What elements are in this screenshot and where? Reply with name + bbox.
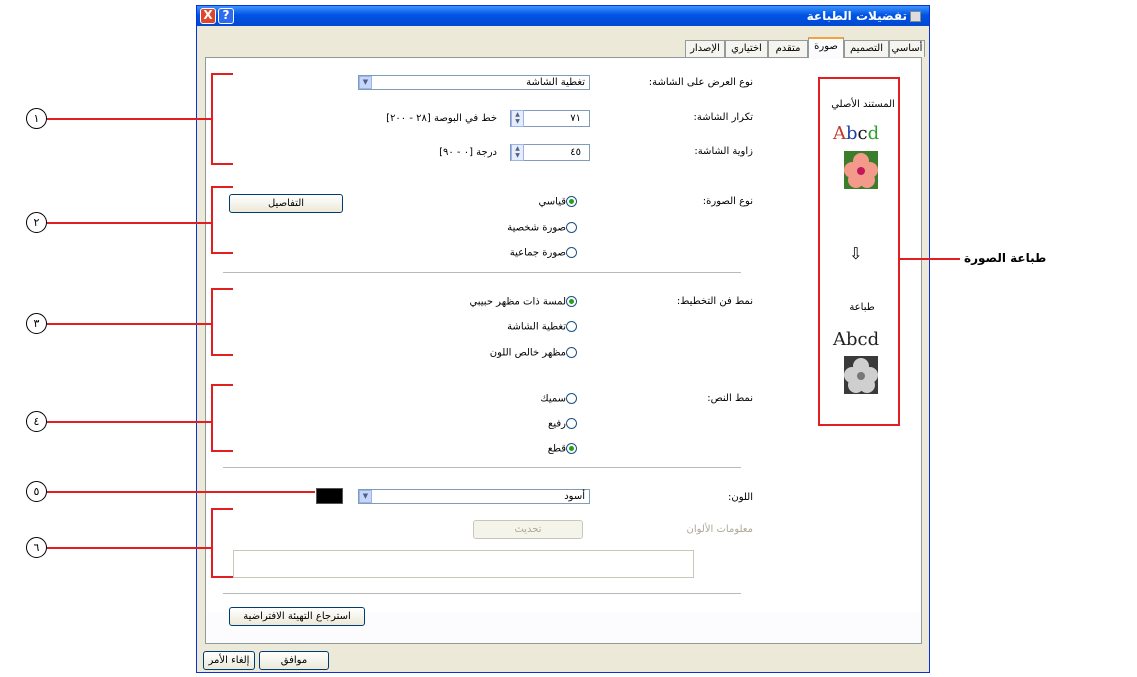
option-label: سميك — [540, 393, 566, 405]
option-label: مظهر خالص اللون — [489, 347, 566, 359]
leader-2 — [47, 222, 211, 224]
restore-defaults-button[interactable]: استرجاع التهيئة الافتراضية — [229, 607, 365, 626]
leader-3 — [47, 323, 211, 325]
tab-label: متقدم — [775, 43, 801, 54]
image-type-option-group[interactable]: صورة جماعية — [467, 247, 577, 259]
tab-label: أساسي — [891, 43, 923, 54]
window-title: تفضيلات الطباعة — [807, 9, 921, 23]
angle-spinner[interactable]: ▲ ▼ — [511, 144, 524, 161]
help-button[interactable]: ? — [218, 8, 234, 24]
callout-2: ٢ — [26, 212, 47, 233]
chevron-down-icon[interactable]: ▼ — [359, 490, 372, 503]
tab-optional[interactable]: اختياري — [725, 40, 768, 57]
tab-version[interactable]: الإصدار — [685, 40, 725, 57]
text-option-thin[interactable]: رفيع — [497, 418, 577, 430]
radio-screen[interactable] — [566, 321, 577, 332]
radio-thin[interactable] — [566, 418, 577, 429]
divider — [223, 467, 741, 468]
leader-4 — [47, 421, 211, 423]
bracket-6 — [211, 508, 233, 578]
color-label: اللون: — [727, 492, 753, 503]
leader-6 — [47, 547, 211, 549]
color-info-label: معلومات الألوان — [686, 524, 753, 535]
print-image-annotation: طباعة الصورة — [964, 251, 1047, 265]
layout-style-label: نمط فن التخطيط: — [676, 296, 753, 307]
help-icon: ? — [222, 8, 230, 22]
screen-type-value: تغطية الشاشة — [526, 77, 585, 88]
radio-standard[interactable] — [566, 196, 577, 207]
layout-option-solid[interactable]: مظهر خالص اللون — [447, 347, 577, 359]
ok-button[interactable]: موافق — [259, 651, 329, 670]
option-label: صورة جماعية — [509, 247, 566, 259]
radio-cut[interactable] — [566, 443, 577, 454]
leader-preview — [900, 258, 960, 260]
bracket-1 — [211, 73, 233, 165]
bracket-3 — [211, 288, 233, 356]
leader-5 — [47, 491, 315, 493]
radio-solid[interactable] — [566, 347, 577, 358]
option-label: رفيع — [548, 418, 566, 430]
option-label: تغطية الشاشة — [507, 321, 566, 333]
text-option-cut[interactable]: قطع — [497, 443, 577, 455]
bracket-2 — [211, 186, 233, 254]
tab-label: اختياري — [731, 43, 762, 54]
option-label: صورة شخصية — [507, 222, 566, 234]
tab-image[interactable]: صورة — [808, 37, 844, 58]
color-value: أسود — [564, 491, 585, 502]
color-dropdown[interactable]: أسود — [358, 489, 590, 504]
printer-icon — [910, 11, 921, 22]
screen-angle-range: درجة [٠ - ٩٠] — [439, 147, 497, 158]
tab-label: التصميم — [850, 43, 883, 54]
radio-bold[interactable] — [566, 393, 577, 404]
divider — [223, 272, 741, 273]
details-button[interactable]: التفاصيل — [229, 194, 343, 213]
callout-4: ٤ — [26, 411, 47, 432]
tab-label: صورة — [814, 41, 838, 52]
divider — [223, 593, 741, 594]
cancel-button[interactable]: إلغاء الأمر — [203, 651, 255, 670]
screen-type-dropdown[interactable]: تغطية الشاشة — [358, 75, 590, 90]
text-option-bold[interactable]: سميك — [497, 393, 577, 405]
color-swatch — [316, 488, 343, 504]
window-title-text: تفضيلات الطباعة — [806, 9, 907, 23]
callout-6: ٦ — [26, 537, 47, 558]
tab-label: الإصدار — [690, 43, 720, 54]
image-type-option-standard[interactable]: قياسي — [497, 196, 577, 208]
screen-angle-label: زاوية الشاشة: — [694, 146, 753, 157]
update-button[interactable]: تحديث — [473, 520, 583, 539]
screen-type-label: نوع العرض على الشاشة: — [648, 77, 753, 88]
close-icon: X — [203, 8, 213, 22]
frequency-spinner[interactable]: ▲ ▼ — [511, 110, 524, 127]
tab-advanced[interactable]: متقدم — [768, 40, 808, 57]
callout-5: ٥ — [26, 481, 47, 502]
screen-angle-value: ٤٥ — [570, 147, 581, 158]
chevron-down-icon[interactable]: ▼ — [359, 76, 372, 89]
close-button[interactable]: X — [200, 8, 216, 24]
screen-frequency-value: ٧١ — [570, 113, 581, 124]
preview-highlight — [818, 77, 900, 426]
color-info-box — [233, 550, 694, 578]
image-type-label: نوع الصورة: — [702, 196, 753, 207]
leader-1 — [47, 118, 211, 120]
bracket-4 — [211, 384, 233, 452]
screen-frequency-range: خط في البوصة [٢٨ - ٢٠٠] — [386, 113, 497, 124]
option-label: قطع — [547, 443, 566, 455]
radio-grainy[interactable] — [566, 296, 577, 307]
tab-basic[interactable]: أساسي — [889, 40, 925, 57]
layout-option-grainy[interactable]: لمسة ذات مظهر حبيبي — [417, 296, 577, 308]
title-bar: X ? تفضيلات الطباعة — [197, 6, 929, 26]
option-label: قياسي — [538, 196, 566, 208]
callout-1: ١ — [26, 108, 47, 129]
radio-portrait[interactable] — [566, 222, 577, 233]
layout-option-screen[interactable]: تغطية الشاشة — [447, 321, 577, 333]
image-type-option-portrait[interactable]: صورة شخصية — [467, 222, 577, 234]
screen-frequency-label: تكرار الشاشة: — [693, 112, 753, 123]
radio-group[interactable] — [566, 247, 577, 258]
text-style-label: نمط النص: — [707, 393, 753, 404]
callout-3: ٣ — [26, 313, 47, 334]
tab-layout[interactable]: التصميم — [844, 40, 889, 57]
option-label: لمسة ذات مظهر حبيبي — [469, 296, 566, 308]
